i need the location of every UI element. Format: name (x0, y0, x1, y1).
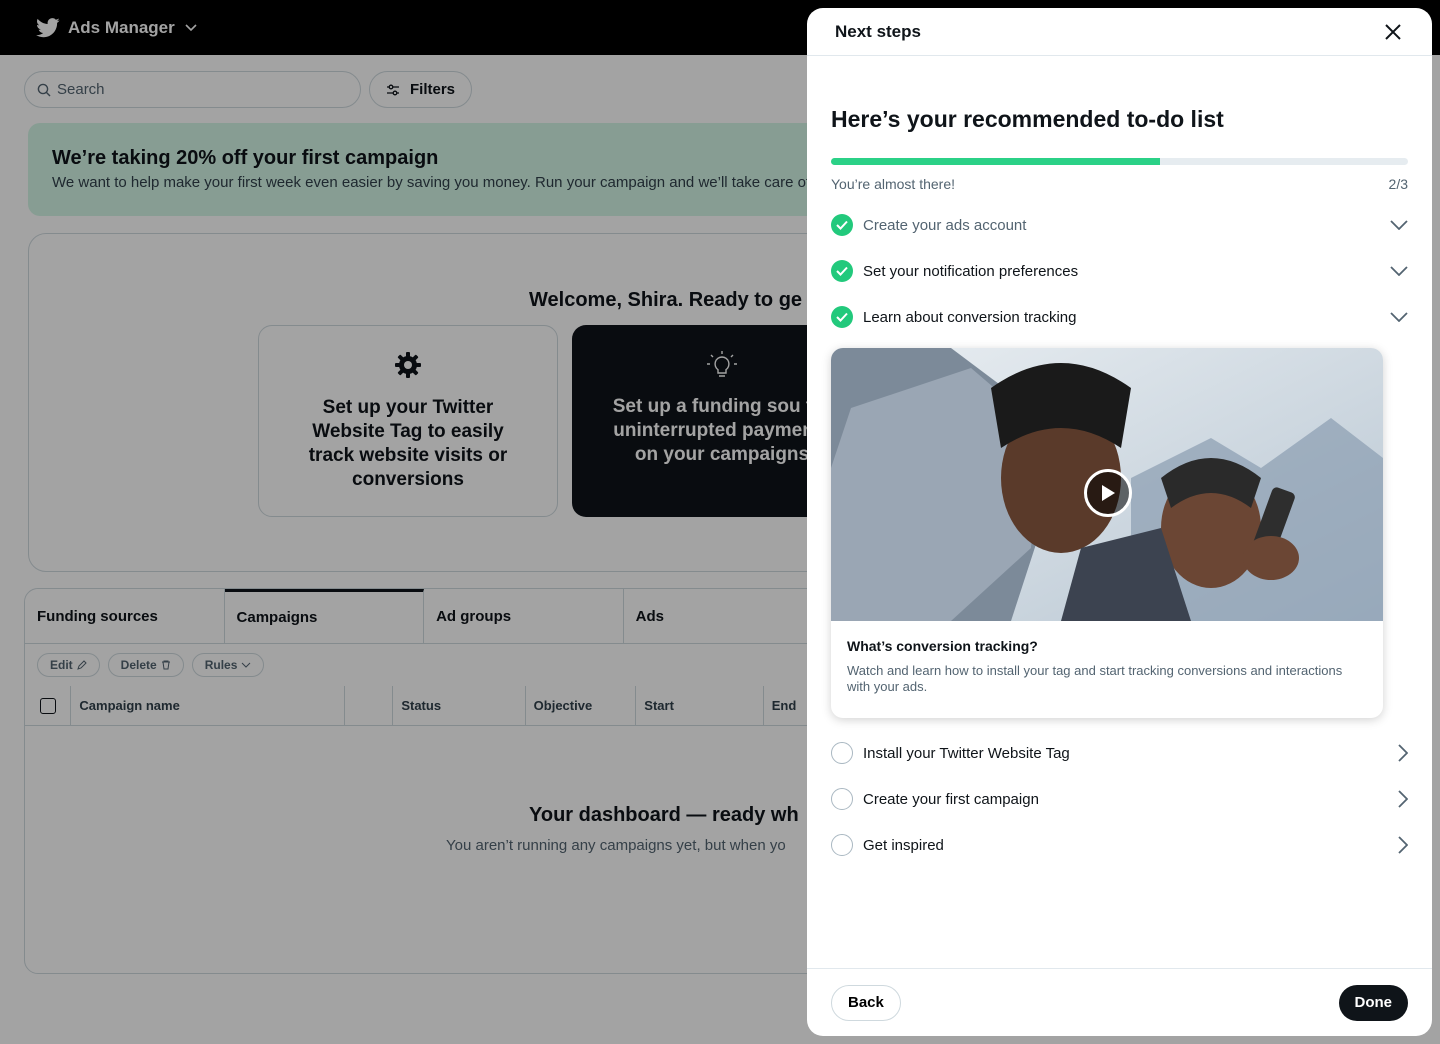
chevron-down-icon[interactable] (1390, 312, 1408, 322)
back-button[interactable]: Back (831, 984, 901, 1021)
panel-header: Next steps (807, 8, 1432, 56)
chevron-right-icon[interactable] (1398, 836, 1408, 854)
progress-row: You’re almost there! 2/3 (831, 176, 1408, 192)
todo-item-label: Create your first campaign (863, 790, 1039, 808)
check-circle-icon (831, 260, 853, 282)
video-description: Watch and learn how to install your tag … (847, 663, 1343, 694)
todo-item-label: Learn about conversion tracking (863, 308, 1077, 326)
panel-footer: Back Done (807, 968, 1432, 1036)
video-caption: What’s conversion tracking? Watch and le… (831, 621, 1383, 712)
todo-item-label: Get inspired (863, 836, 944, 854)
video-card[interactable]: What’s conversion tracking? Watch and le… (831, 348, 1383, 718)
todo-item-get-inspired[interactable]: Get inspired (831, 822, 1408, 868)
todo-item-label: Set your notification preferences (863, 262, 1079, 280)
empty-circle-icon (831, 834, 853, 856)
check-circle-icon (831, 214, 853, 236)
progress-bar (831, 158, 1408, 165)
panel-body: Here’s your recommended to-do list You’r… (807, 106, 1432, 868)
empty-circle-icon (831, 742, 853, 764)
done-button[interactable]: Done (1338, 984, 1408, 1021)
todo-item-label: Install your Twitter Website Tag (863, 744, 1070, 762)
todo-item-install-website-tag[interactable]: Install your Twitter Website Tag (831, 730, 1408, 776)
todo-item-notification-preferences[interactable]: Set your notification preferences (831, 248, 1408, 294)
chevron-down-icon[interactable] (1390, 220, 1408, 230)
play-icon (1102, 485, 1115, 501)
todo-item-first-campaign[interactable]: Create your first campaign (831, 776, 1408, 822)
video-thumbnail[interactable] (831, 348, 1383, 621)
close-icon (1385, 23, 1401, 40)
check-circle-icon (831, 306, 853, 328)
todo-item-create-ads-account[interactable]: Create your ads account (831, 202, 1408, 248)
close-button[interactable] (1380, 19, 1406, 45)
todo-heading: Here’s your recommended to-do list (831, 106, 1224, 132)
play-button[interactable] (1084, 469, 1132, 517)
chevron-down-icon[interactable] (1390, 266, 1408, 276)
chevron-right-icon[interactable] (1398, 744, 1408, 762)
video-title: What’s conversion tracking? (847, 638, 1038, 654)
panel-title: Next steps (835, 21, 921, 41)
progress-count: 2/3 (1388, 176, 1408, 192)
empty-circle-icon (831, 788, 853, 810)
progress-fill (831, 158, 1160, 165)
todo-item-conversion-tracking[interactable]: Learn about conversion tracking (831, 294, 1408, 340)
chevron-right-icon[interactable] (1398, 790, 1408, 808)
progress-text: You’re almost there! (831, 176, 955, 192)
next-steps-panel: Next steps Here’s your recommended to-do… (807, 8, 1432, 1036)
todo-item-label: Create your ads account (863, 216, 1027, 234)
